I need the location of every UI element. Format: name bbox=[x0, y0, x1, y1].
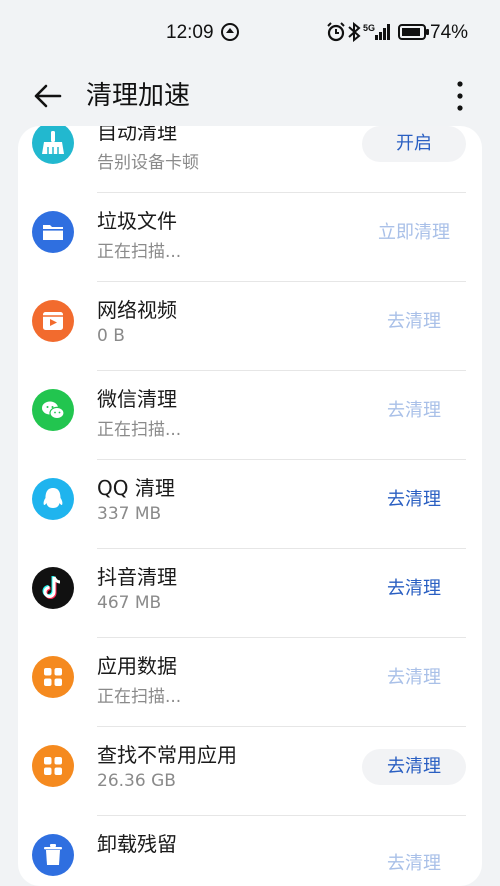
row-subtitle: 467 MB bbox=[97, 593, 162, 613]
clean-now-button[interactable]: 立即清理 bbox=[362, 215, 466, 251]
row-subtitle: 正在扫描... bbox=[97, 687, 182, 707]
trash-icon bbox=[32, 834, 74, 876]
app-grid-icon bbox=[32, 745, 74, 787]
notification-icon bbox=[221, 23, 239, 41]
folder-icon bbox=[32, 211, 74, 253]
back-button[interactable] bbox=[28, 74, 72, 118]
row-title: 垃圾文件 bbox=[97, 209, 177, 233]
row-title: 微信清理 bbox=[97, 387, 177, 411]
battery-icon bbox=[398, 24, 429, 40]
row-title: 查找不常用应用 bbox=[97, 743, 237, 767]
back-arrow-icon bbox=[34, 84, 62, 108]
row-title: 自动清理 bbox=[97, 126, 177, 144]
svg-text:5G: 5G bbox=[363, 23, 375, 33]
list-item-network-video[interactable]: 网络视频 0 B 去清理 bbox=[18, 282, 482, 371]
qq-icon bbox=[32, 478, 74, 520]
row-title: 应用数据 bbox=[97, 654, 177, 678]
bluetooth-icon bbox=[348, 22, 361, 42]
enable-button[interactable]: 开启 bbox=[362, 126, 466, 162]
list-item-unused-apps[interactable]: 查找不常用应用 26.36 GB 去清理 bbox=[18, 727, 482, 816]
more-options-button[interactable] bbox=[440, 74, 480, 118]
row-subtitle: 告别设备卡顿 bbox=[97, 153, 199, 173]
clean-button[interactable]: 去清理 bbox=[362, 660, 466, 696]
clean-button[interactable]: 去清理 bbox=[362, 304, 466, 340]
row-title: QQ 清理 bbox=[97, 476, 175, 500]
list-item-junk-files[interactable]: 垃圾文件 正在扫描... 立即清理 bbox=[18, 193, 482, 282]
signal-5g-icon: 5G bbox=[363, 23, 390, 40]
row-title: 抖音清理 bbox=[97, 565, 177, 589]
broom-icon bbox=[32, 126, 74, 164]
alarm-icon bbox=[327, 22, 345, 42]
status-time: 12:09 bbox=[166, 22, 214, 43]
list-item-uninstall-residue[interactable]: 卸载残留 去清理 bbox=[18, 816, 482, 886]
list-item-app-data[interactable]: 应用数据 正在扫描... 去清理 bbox=[18, 638, 482, 727]
list-item-qq[interactable]: QQ 清理 337 MB 去清理 bbox=[18, 460, 482, 549]
status-bar: 12:09 5G 74% bbox=[0, 0, 500, 68]
row-title: 网络视频 bbox=[97, 298, 177, 322]
row-subtitle: 正在扫描... bbox=[97, 420, 182, 440]
row-subtitle: 正在扫描... bbox=[97, 242, 182, 262]
list-item-auto-clean[interactable]: 自动清理 告别设备卡顿 开启 bbox=[18, 126, 482, 193]
page-title: 清理加速 bbox=[86, 81, 191, 111]
row-subtitle: 26.36 GB bbox=[97, 771, 176, 791]
header: 清理加速 bbox=[0, 68, 500, 124]
clean-button[interactable]: 去清理 bbox=[362, 571, 466, 607]
wechat-icon bbox=[32, 389, 74, 431]
clean-button[interactable]: 去清理 bbox=[362, 749, 466, 785]
clean-button[interactable]: 去清理 bbox=[362, 393, 466, 429]
app-grid-icon bbox=[32, 656, 74, 698]
row-subtitle: 0 B bbox=[97, 326, 125, 346]
video-icon bbox=[32, 300, 74, 342]
clean-button[interactable]: 去清理 bbox=[362, 482, 466, 518]
row-subtitle: 337 MB bbox=[97, 504, 162, 524]
clean-button[interactable]: 去清理 bbox=[362, 846, 466, 882]
list-item-wechat[interactable]: 微信清理 正在扫描... 去清理 bbox=[18, 371, 482, 460]
battery-percentage: 74% bbox=[430, 22, 469, 43]
row-title: 卸载残留 bbox=[97, 832, 177, 856]
more-vertical-icon bbox=[457, 81, 463, 111]
cleanup-list: 自动清理 告别设备卡顿 开启 垃圾文件 正在扫描... 立即清理 网络视频 0 … bbox=[18, 126, 482, 886]
list-item-douyin[interactable]: 抖音清理 467 MB 去清理 bbox=[18, 549, 482, 638]
tiktok-icon bbox=[32, 567, 74, 609]
